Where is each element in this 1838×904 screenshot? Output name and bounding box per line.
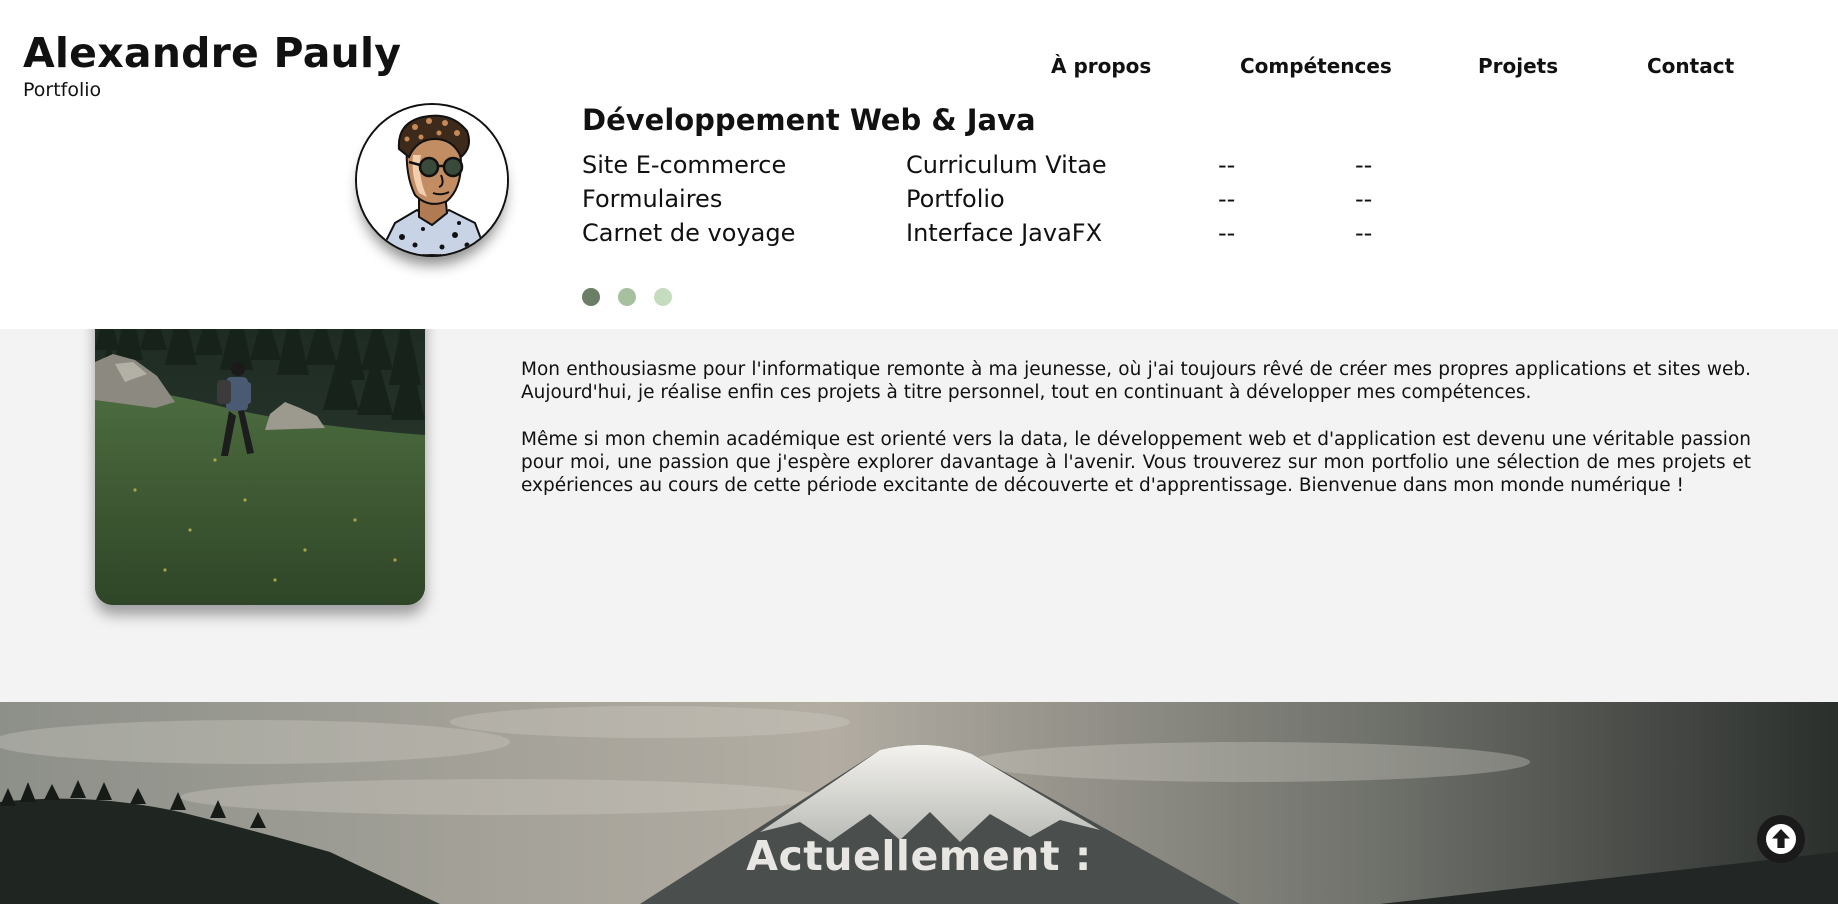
nav-link-projects[interactable]: Projets (1478, 54, 1558, 78)
about-paragraph: Mon enthousiasme pour l'informatique rem… (521, 359, 1751, 404)
project-placeholder: -- (1355, 219, 1373, 247)
carousel-dot-3[interactable] (654, 288, 672, 306)
project-link-portfolio[interactable]: Portfolio (906, 182, 1107, 216)
dropdown-column-web: Site E-commerce Formulaires Carnet de vo… (582, 148, 795, 250)
avatar (355, 103, 509, 257)
project-link-ecommerce[interactable]: Site E-commerce (582, 148, 795, 182)
dropdown-column-placeholder-2: -- -- -- (1355, 148, 1372, 250)
nav-link-contact[interactable]: Contact (1647, 54, 1734, 78)
dropdown-title: Développement Web & Java (582, 103, 1036, 137)
carousel-dot-1[interactable] (582, 288, 600, 306)
dropdown-column-placeholder-1: -- -- -- (1218, 148, 1235, 250)
project-placeholder: -- (1355, 151, 1373, 179)
nav-link-skills[interactable]: Compétences (1240, 54, 1392, 78)
about-text: Mon enthousiasme pour l'informatique rem… (521, 358, 1751, 520)
project-link-forms[interactable]: Formulaires (582, 182, 795, 216)
project-link-cv[interactable]: Curriculum Vitae (906, 148, 1107, 182)
project-placeholder: -- (1218, 151, 1236, 179)
arrow-up-icon (1766, 824, 1796, 854)
dropdown-column-java: Curriculum Vitae Portfolio Interface Jav… (906, 148, 1107, 250)
project-placeholder: -- (1218, 219, 1236, 247)
site-header: Alexandre Pauly Portfolio À propos Compé… (0, 0, 1838, 329)
site-subtitle: Portfolio (23, 79, 102, 101)
project-placeholder: -- (1355, 185, 1373, 213)
about-photo (95, 290, 425, 605)
project-link-travel-journal[interactable]: Carnet de voyage (582, 216, 795, 250)
scroll-to-top-button[interactable] (1757, 815, 1805, 863)
project-placeholder: -- (1218, 185, 1236, 213)
project-link-javafx[interactable]: Interface JavaFX (906, 216, 1107, 250)
current-section-title: Actuellement : (746, 832, 1092, 880)
current-section: Actuellement : (0, 702, 1838, 904)
nav-link-about[interactable]: À propos (1051, 54, 1151, 78)
carousel-dot-2[interactable] (618, 288, 636, 306)
about-paragraph: Même si mon chemin académique est orient… (521, 428, 1751, 497)
site-title[interactable]: Alexandre Pauly (23, 29, 401, 77)
